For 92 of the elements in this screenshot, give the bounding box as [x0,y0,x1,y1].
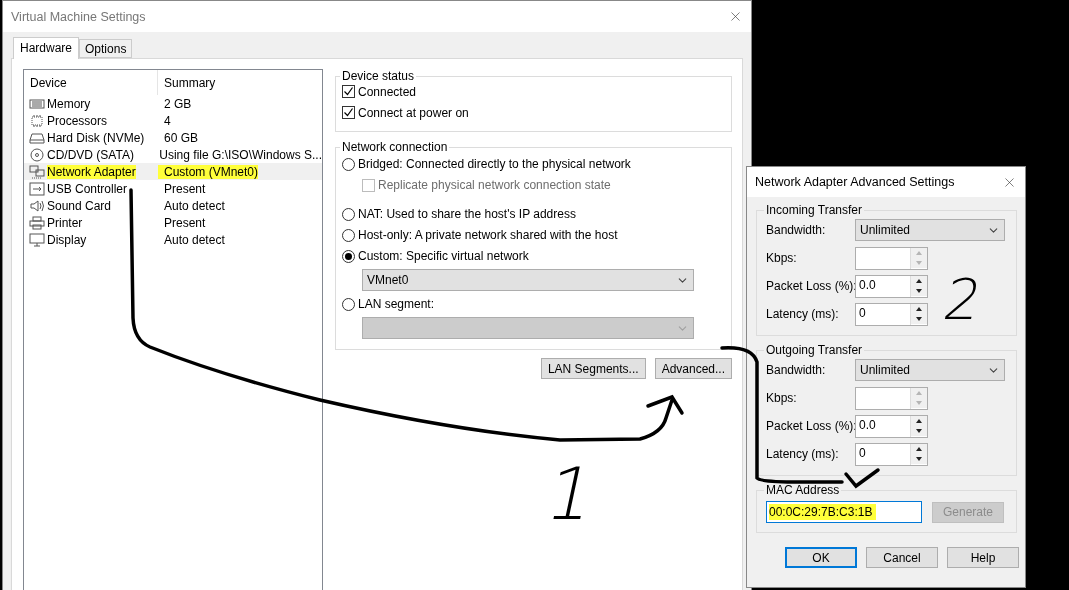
spin-field[interactable]: 0.0 [855,414,928,438]
device-name: Hard Disk (NVMe) [47,130,145,145]
option-label: LAN segment: [358,297,435,311]
check-icon [343,86,354,97]
field-label: Latency (ms): [766,307,840,321]
bandwidth-dropdown[interactable]: Unlimited [855,219,1005,241]
device-summary: Auto detect [163,198,225,213]
option-label: Custom: Specific virtual network [358,249,529,263]
group-title: Device status [341,69,416,83]
spin-field[interactable]: 0.0 [855,274,928,298]
device-row[interactable]: Processors 4 [24,112,322,129]
option-label: Connect at power on [358,105,469,120]
mac-address-value: 00:0C:29:7B:C3:1B [769,504,877,520]
check-icon [343,107,354,118]
radio-button[interactable] [342,228,355,242]
group-title: MAC Address [765,483,841,497]
device-summary: Present [163,181,206,196]
group-title: Outgoing Transfer [765,343,864,357]
group-title: Incoming Transfer [765,203,864,217]
dialog-button[interactable]: Cancel [866,547,938,568]
option-label: Bridged: Connected directly to the physical network [358,157,631,171]
field-label: Bandwidth: [766,223,827,237]
disc-icon [29,147,45,162]
option-label: Replicate physical network connection state [378,178,611,192]
speaker-icon [29,198,45,213]
option-label: Connected [358,84,417,99]
network-icon [29,164,45,179]
device-name: Processors [47,113,108,128]
printer-icon [29,215,45,230]
dialog-title: Network Adapter Advanced Settings [755,175,955,189]
field-label: Packet Loss (%): [766,419,855,433]
checkbox[interactable] [342,106,355,119]
field-value: 0.0 [859,277,876,292]
field-label: Packet Loss (%): [766,279,855,293]
annotation-number: 1 [540,458,602,530]
device-summary: 60 GB [163,130,199,145]
group-title: Network connection [341,140,449,154]
field-label: Kbps: [766,251,798,265]
radio-button[interactable] [342,157,355,171]
column-header[interactable]: Device [24,70,158,95]
device-row[interactable]: Memory 2 GB [24,95,322,112]
column-header[interactable]: Summary [158,70,318,95]
field-label: Kbps: [766,391,798,405]
radio-button[interactable] [342,297,355,311]
device-name: CD/DVD (SATA) [47,147,134,162]
monitor-icon [29,232,45,247]
device-summary: Auto detect [163,232,225,247]
mac-address-field[interactable]: 00:0C:29:7B:C3:1B [766,501,922,523]
radio-button[interactable] [342,207,355,221]
dialog-button[interactable]: Advanced... [654,358,732,379]
spin-field[interactable]: 0 [855,442,928,466]
device-summary: Using file G:\ISO\Windows S... [158,147,322,162]
memory-icon [29,96,45,111]
field-label: Bandwidth: [766,363,827,377]
device-name: USB Controller [47,181,128,196]
device-row[interactable]: Sound Card Auto detect [24,197,322,214]
device-name: Network Adapter [47,164,136,179]
device-row[interactable]: CD/DVD (SATA) Using file G:\ISO\Windows S... [24,146,322,163]
checkbox[interactable] [342,85,355,98]
device-row[interactable]: Printer Present [24,214,322,231]
window-title: Virtual Machine Settings [11,9,146,24]
option-label: NAT: Used to share the host's IP address [358,207,576,221]
usb-icon [29,181,45,196]
tab[interactable]: Options [79,39,133,58]
device-row[interactable]: Network Adapter Custom (VMnet0) [24,163,322,180]
network-dropdown[interactable]: VMnet0 [362,269,694,291]
device-name: Memory [47,96,91,111]
device-summary: 2 GB [163,96,192,111]
dialog-button[interactable]: OK [785,547,857,568]
close-icon[interactable] [728,9,743,24]
spin-field[interactable]: 0 [855,302,928,326]
annotation-number: 2 [939,272,987,328]
option-label: Host-only: A private network shared with the host [358,228,618,242]
field-value: 0.0 [859,417,876,432]
device-row[interactable]: Hard Disk (NVMe) 60 GB [24,129,322,146]
bandwidth-dropdown[interactable]: Unlimited [855,359,1005,381]
radio-button[interactable] [342,249,355,263]
chip-icon [29,113,45,128]
field-value: 0 [859,305,866,320]
device-row[interactable]: USB Controller Present [24,180,322,197]
dialog-button[interactable]: Help [947,547,1019,568]
field-label: Latency (ms): [766,447,840,461]
tab[interactable]: Hardware [13,37,80,59]
device-name: Display [47,232,87,247]
device-summary: Present [163,215,206,230]
device-summary: 4 [163,113,171,128]
dialog-button[interactable]: LAN Segments... [540,358,646,379]
device-name: Printer [47,215,83,230]
device-summary: Custom (VMnet0) [158,164,259,179]
device-row[interactable]: Display Auto detect [24,231,322,248]
field-value: 0 [859,445,866,460]
device-name: Sound Card [47,198,112,213]
